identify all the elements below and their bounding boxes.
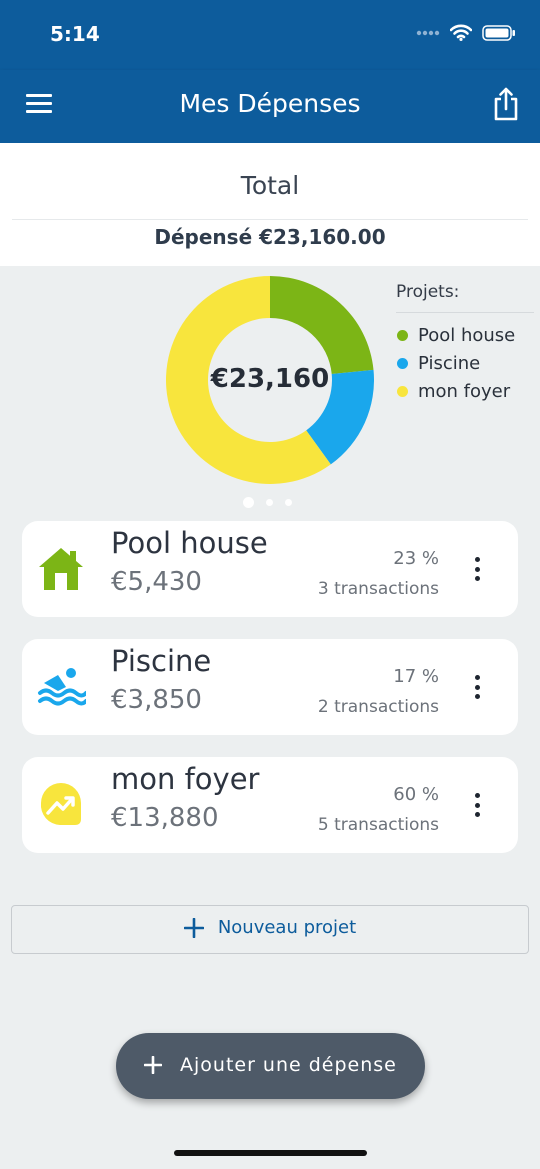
legend-dot (397, 357, 408, 369)
add-expense-label: Ajouter une dépense (180, 1054, 397, 1076)
share-icon[interactable] (492, 87, 520, 121)
legend-label: mon foyer (418, 380, 511, 402)
cellular-signal-icon (416, 30, 440, 35)
plus-icon (144, 1056, 162, 1074)
legend-item-pool-house: Pool house (396, 321, 534, 349)
project-transactions: 2 transactions (317, 697, 439, 717)
project-name: Pool house (111, 526, 268, 560)
donut-center-amount: €23,160 (210, 364, 330, 394)
project-amount: €3,850 (111, 685, 202, 715)
total-summary: Total Dépensé €23,160.00 (0, 143, 540, 266)
project-name: mon foyer (111, 762, 260, 796)
plus-icon (183, 917, 204, 938)
legend-label: Pool house (418, 324, 516, 346)
more-options-icon[interactable] (470, 555, 484, 583)
house-icon (39, 548, 83, 590)
new-project-label: Nouveau projet (217, 917, 357, 938)
legend-title: Projets: (396, 282, 534, 313)
total-spent: Dépensé €23,160.00 (154, 225, 386, 249)
status-bar: 5:14 (0, 0, 540, 70)
page-title: Mes Dépenses (179, 89, 361, 118)
chart-legend: Projets: Pool house Piscine mon foyer (396, 282, 534, 405)
legend-label: Piscine (418, 352, 481, 374)
legend-dot (397, 329, 408, 341)
project-percent: 60 % (393, 784, 439, 805)
more-options-icon[interactable] (470, 673, 484, 701)
project-card-mon-foyer[interactable]: mon foyer €13,880 60 % 5 transactions (22, 757, 518, 853)
donut-slice-pool-house[interactable] (270, 276, 374, 374)
page-dot[interactable] (266, 499, 273, 506)
navigation-bar: Mes Dépenses (0, 70, 540, 143)
legend-item-mon-foyer: mon foyer (396, 377, 534, 405)
swimmer-icon (38, 668, 86, 706)
project-percent: 17 % (393, 666, 439, 687)
battery-icon (482, 24, 515, 41)
legend-dot (397, 385, 408, 397)
divider (12, 219, 528, 220)
new-project-button[interactable]: Nouveau projet (11, 905, 529, 954)
total-label: Total (240, 171, 300, 200)
more-options-icon[interactable] (470, 791, 484, 819)
project-card-piscine[interactable]: Piscine €3,850 17 % 2 transactions (22, 639, 518, 735)
page-dot[interactable] (285, 499, 292, 506)
home-indicator (174, 1150, 367, 1156)
project-transactions: 5 transactions (317, 815, 439, 835)
project-amount: €13,880 (111, 803, 219, 833)
wifi-icon (450, 24, 472, 41)
project-amount: €5,430 (111, 567, 202, 597)
add-expense-button[interactable]: Ajouter une dépense (116, 1033, 425, 1099)
project-card-pool-house[interactable]: Pool house €5,430 23 % 3 transactions (22, 521, 518, 617)
status-icons (416, 24, 516, 41)
project-name: Piscine (111, 644, 212, 678)
legend-item-piscine: Piscine (396, 349, 534, 377)
trend-up-icon (40, 783, 81, 825)
page-dot[interactable] (243, 497, 254, 508)
status-time: 5:14 (50, 22, 100, 46)
project-transactions: 3 transactions (317, 579, 439, 599)
page-indicator[interactable] (243, 497, 292, 508)
project-percent: 23 % (393, 548, 439, 569)
